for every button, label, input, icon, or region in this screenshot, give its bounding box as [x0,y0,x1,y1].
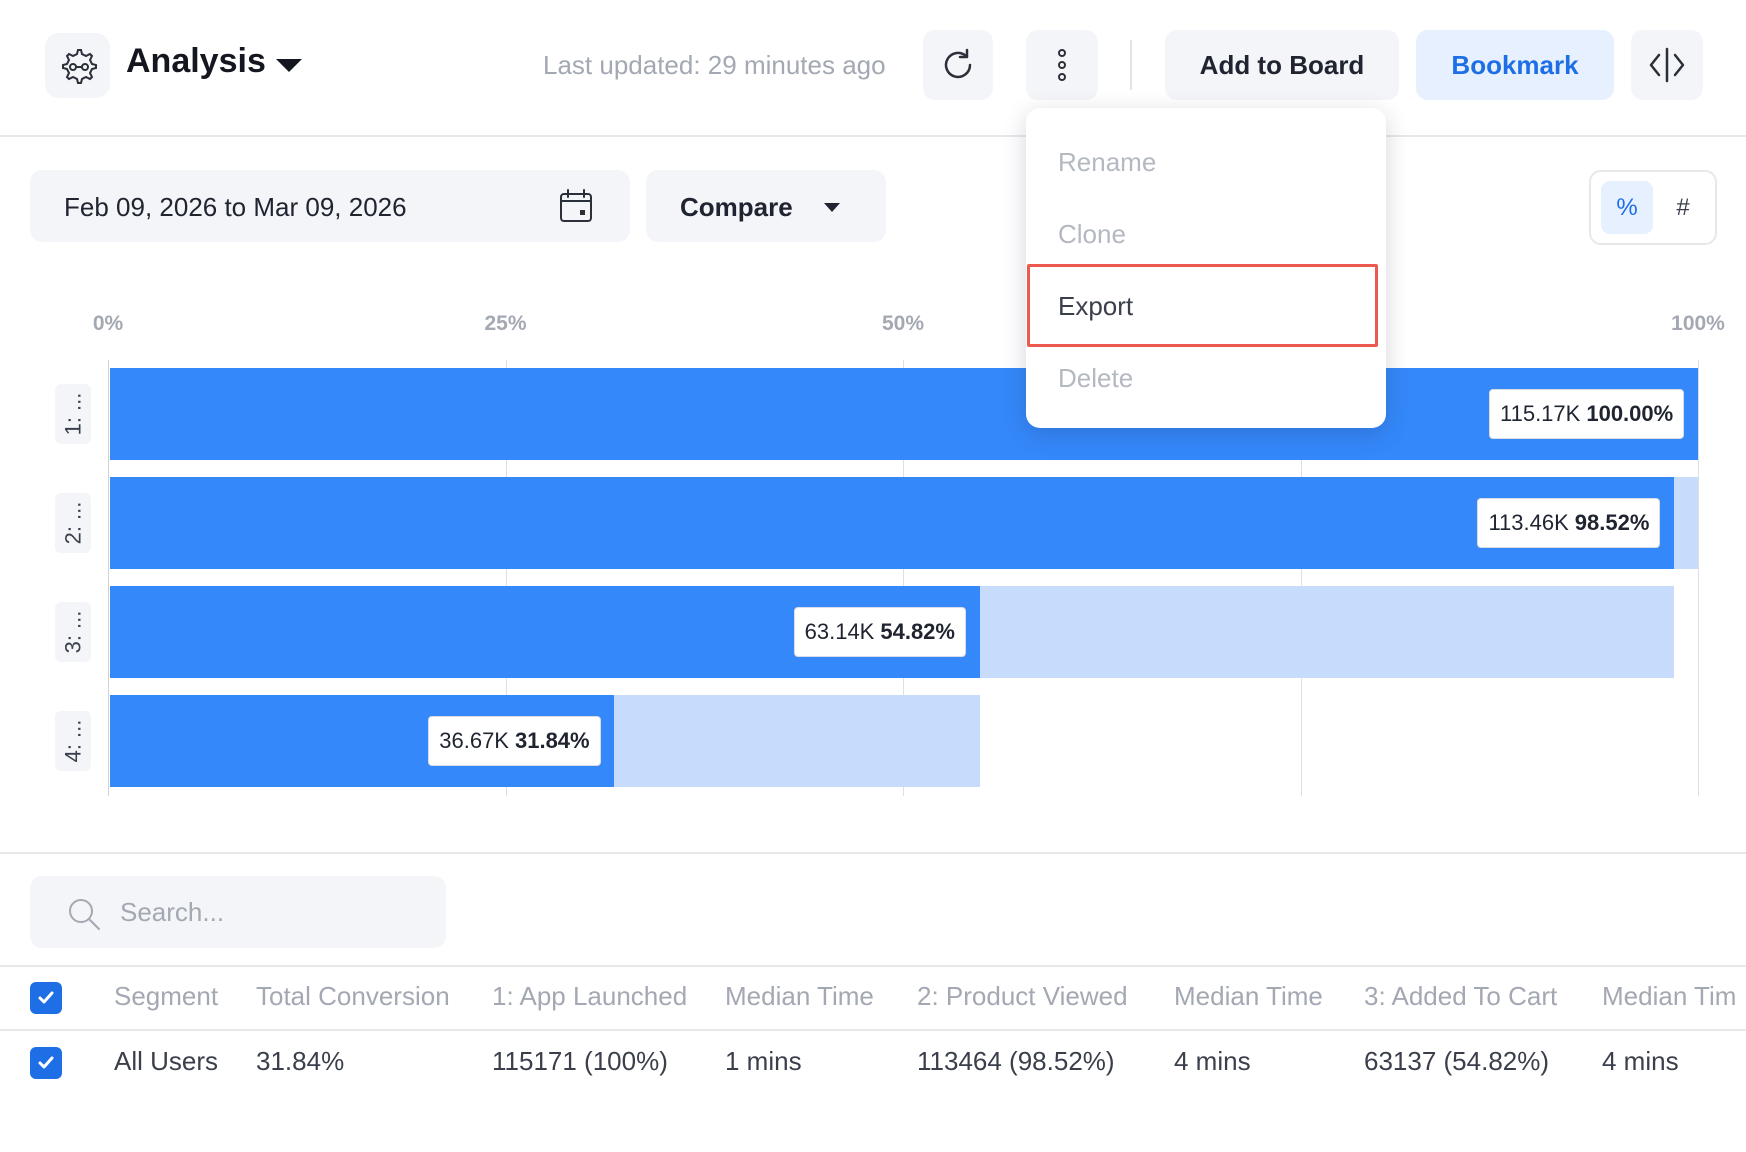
percent-toggle[interactable]: % [1601,181,1653,234]
menu-item-delete[interactable]: Delete [1058,363,1133,394]
select-all-checkbox[interactable] [30,982,62,1014]
x-tick-label: 50% [881,312,925,335]
analysis-settings-button[interactable] [45,33,110,98]
bookmark-button[interactable]: Bookmark [1416,30,1614,100]
header-divider [1130,40,1132,90]
bar-count-label: 113.46K [1488,510,1569,535]
check-icon [38,1056,54,1069]
last-updated-text: Last updated: 29 minutes ago [543,50,886,80]
column-header[interactable]: Total Conversion [256,981,450,1012]
table-cell: 31.84% [256,1046,345,1076]
date-range-picker[interactable]: Feb 09, 2026 to Mar 09, 2026 [30,170,630,242]
conversion-bar[interactable] [110,368,1698,460]
section-divider [0,852,1746,854]
conversion-bar[interactable] [110,477,1675,569]
bar-data-label: 36.67K 31.84% [428,716,601,766]
funnel-chart: 0% 25% 50% 100% 1: ... 115.17K 100.00% 2: ... 11… [0,300,1746,820]
menu-item-rename[interactable]: Rename [1058,147,1156,178]
step-label[interactable]: 4: ... [55,711,91,771]
more-options-button[interactable] [1026,30,1098,100]
step-label[interactable]: 1: ... [55,384,91,444]
table-cell: 4 mins [1174,1046,1251,1076]
column-header[interactable]: 3: Added To Cart [1364,981,1557,1012]
bar-count-label: 115.17K [1500,401,1581,426]
step-label-text: 1: ... [60,392,86,436]
count-toggle[interactable]: # [1657,181,1709,234]
chevron-down-icon[interactable] [276,59,302,72]
menu-item-export[interactable]: Export [1058,291,1133,322]
display-mode-toggle: % # [1589,170,1717,245]
column-header[interactable]: 1: App Launched [492,981,687,1012]
bar-data-label: 113.46K 98.52% [1477,498,1661,548]
refresh-button[interactable] [923,30,993,100]
table-cell: 4 mins [1602,1046,1679,1076]
bar-data-label: 115.17K 100.00% [1489,389,1685,439]
bar-count-label: 36.67K [439,728,509,753]
table-cell: All Users [114,1046,219,1076]
column-header[interactable]: 2: Product Viewed [917,981,1128,1012]
gear-flow-icon [61,48,97,84]
add-to-board-button[interactable]: Add to Board [1165,30,1399,100]
code-toggle-button[interactable] [1631,30,1703,100]
column-header[interactable]: Segment [114,981,218,1012]
column-header[interactable]: Median Time [1174,981,1323,1012]
more-options-menu: Rename Clone Export Delete [1026,108,1386,428]
check-icon [38,991,54,1004]
column-header[interactable]: Median Time [725,981,874,1012]
x-tick-label: 0% [92,312,124,335]
row-checkbox[interactable] [30,1047,62,1079]
code-toggle-icon [1649,47,1685,83]
table-cell: 113464 (98.52%) [917,1046,1115,1076]
table-cell: 115171 (100%) [492,1046,668,1076]
x-tick-label: 100% [1671,312,1725,335]
bar-percent-label: 31.84% [514,728,590,753]
search-icon [69,899,100,930]
step-label[interactable]: 2: ... [55,493,91,553]
step-label[interactable]: 3: ... [55,602,91,662]
refresh-icon [944,48,972,79]
bar-data-label: 63.14K 54.82% [793,607,966,657]
y-axis-line [108,360,109,796]
step-label-text: 2: ... [60,501,86,545]
chevron-down-icon [824,203,840,212]
bar-percent-label: 54.82% [880,619,955,644]
page-title[interactable]: Analysis [126,42,266,81]
gridline [1698,360,1699,796]
bar-percent-label: 98.52% [1574,510,1650,535]
bar-count-label: 63.14K [804,619,875,644]
column-header[interactable]: Median Tim [1602,981,1736,1012]
search-input[interactable] [120,890,420,934]
step-label-text: 3: ... [60,610,86,654]
page-header: Analysis Last updated: 29 minutes ago Ad… [0,0,1746,137]
compare-label: Compare [680,192,793,222]
date-range-text: Feb 09, 2026 to Mar 09, 2026 [64,192,407,222]
search-box [30,876,446,948]
bar-percent-label: 100.00% [1586,401,1674,426]
step-label-text: 4: ... [60,719,86,763]
calendar-icon [560,189,592,222]
table-cell: 63137 (54.82%) [1364,1046,1550,1076]
x-tick-label: 25% [484,312,527,335]
compare-dropdown[interactable]: Compare [646,170,886,242]
table-row-divider [0,1029,1746,1031]
menu-item-clone[interactable]: Clone [1058,219,1126,250]
table-cell: 1 mins [725,1046,802,1076]
table-header-divider [0,965,1746,967]
more-vertical-icon [1058,49,1066,81]
